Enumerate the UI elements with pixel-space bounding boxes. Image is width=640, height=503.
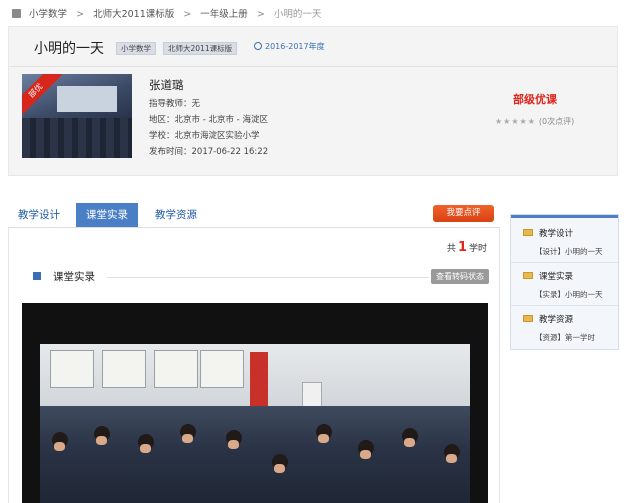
award-label: 部级优课 — [513, 93, 557, 106]
course-title: 小明的一天 — [34, 41, 104, 57]
lesson-sidebar: 教学设计 【设计】小明的一天 课堂实录 【实录】小明的一天 教学资源 【资源】第… — [510, 214, 619, 350]
home-icon[interactable] — [12, 9, 21, 18]
sidebar-divider — [511, 262, 618, 263]
breadcrumb-separator: > — [183, 9, 192, 20]
tab-teaching-resources[interactable]: 教学资源 — [145, 203, 207, 228]
sidebar-header[interactable]: 教学设计 — [523, 227, 573, 239]
student-face — [404, 438, 415, 447]
student-face — [318, 434, 329, 443]
breadcrumb-separator: > — [76, 9, 85, 20]
section-header: 课堂实录 查看转码状态 — [33, 269, 493, 285]
tab-teaching-design[interactable]: 教学设计 — [8, 203, 70, 228]
hours-prefix: 共 — [446, 244, 456, 254]
student-face — [140, 444, 151, 453]
sidebar-header-label: 教学资源 — [539, 315, 574, 325]
rating: ★★★★★ (0次点评) — [495, 116, 574, 127]
watermark: 悟空问答 — [508, 478, 576, 495]
student-face — [182, 434, 193, 443]
thumbnail-students — [22, 118, 132, 158]
subject-tag[interactable]: 小学数学 — [116, 42, 156, 55]
sidebar-divider — [511, 305, 618, 306]
video-player[interactable] — [22, 303, 488, 503]
transcode-status-button[interactable]: 查看转码状态 — [431, 269, 489, 284]
wall-poster — [102, 350, 146, 388]
edition-tag[interactable]: 北师大2011课标版 — [163, 42, 238, 55]
wall-poster — [50, 350, 94, 388]
class-hours: 共 1 学时 — [447, 240, 487, 255]
section-marker-icon — [33, 272, 41, 280]
folder-icon — [523, 229, 533, 236]
student-face — [228, 440, 239, 449]
sidebar-header[interactable]: 课堂实录 — [523, 270, 573, 282]
school-year-label: 2016-2017年度 — [265, 42, 325, 51]
wall-banner — [250, 352, 268, 412]
lesson-thumbnail[interactable]: 部优 — [22, 74, 132, 158]
sidebar-header-label: 教学设计 — [539, 229, 574, 239]
watermark-text: 悟空问答 — [528, 480, 577, 494]
student-face — [360, 450, 371, 459]
sidebar-header[interactable]: 教学资源 — [523, 313, 573, 325]
folder-icon — [523, 315, 533, 322]
sidebar-header-label: 课堂实录 — [539, 272, 574, 282]
section-title: 课堂实录 — [53, 271, 95, 283]
hours-value: 1 — [457, 240, 467, 255]
rating-count[interactable]: (0次点评) — [539, 117, 574, 126]
breadcrumb-item-current: 小明的一天 — [273, 9, 322, 20]
student-face — [96, 436, 107, 445]
sidebar-link-resources[interactable]: 【资源】第一学时 — [535, 332, 595, 343]
course-title-bar: 小明的一天 小学数学 北师大2011课标版 2016-2017年度 — [9, 27, 617, 67]
breadcrumb-item-edition[interactable]: 北师大2011课标版 — [93, 9, 174, 20]
wukong-logo-icon — [508, 478, 524, 494]
content-tabs: 教学设计 课堂实录 教学资源 — [8, 203, 500, 228]
publish-time: 发布时间：2017-06-22 16:22 — [149, 147, 269, 157]
review-button[interactable]: 我要点评 — [433, 205, 494, 222]
rating-stars: ★★★★★ — [495, 117, 536, 126]
student-face — [274, 464, 285, 473]
wall-poster — [154, 350, 198, 388]
record-content: 共 1 学时 课堂实录 查看转码状态 — [8, 228, 500, 503]
region-text: 地区：北京市 - 北京市 - 海淀区 — [149, 115, 268, 125]
school-year: 2016-2017年度 — [254, 41, 325, 52]
breadcrumb-separator: > — [256, 9, 265, 20]
advisor-text: 指导教师：无 — [149, 99, 201, 109]
sidebar-link-record[interactable]: 【实录】小明的一天 — [535, 289, 603, 300]
teacher-name: 张道璐 — [149, 78, 184, 92]
thumbnail-blackboard — [57, 86, 117, 112]
sidebar-link-design[interactable]: 【设计】小明的一天 — [535, 246, 603, 257]
course-info-panel: 小明的一天 小学数学 北师大2011课标版 2016-2017年度 部优 张道璐… — [8, 26, 618, 176]
breadcrumb: 小学数学 > 北师大2011课标版 > 一年级上册 > 小明的一天 — [0, 0, 640, 26]
sidebar-accent — [511, 215, 618, 218]
breadcrumb-item-grade[interactable]: 一年级上册 — [200, 9, 248, 20]
breadcrumb-item-subject[interactable]: 小学数学 — [29, 9, 67, 20]
video-frame[interactable] — [40, 344, 470, 503]
student-face — [446, 454, 457, 463]
hours-suffix: 学时 — [468, 244, 487, 254]
school-text: 学校：北京市海淀区实验小学 — [149, 131, 260, 141]
tab-classroom-record[interactable]: 课堂实录 — [76, 203, 138, 228]
wall-poster — [200, 350, 244, 388]
clock-icon — [254, 42, 262, 50]
folder-icon — [523, 272, 533, 279]
section-rule — [107, 277, 429, 278]
students-crowd — [40, 406, 470, 503]
student-face — [54, 442, 65, 451]
